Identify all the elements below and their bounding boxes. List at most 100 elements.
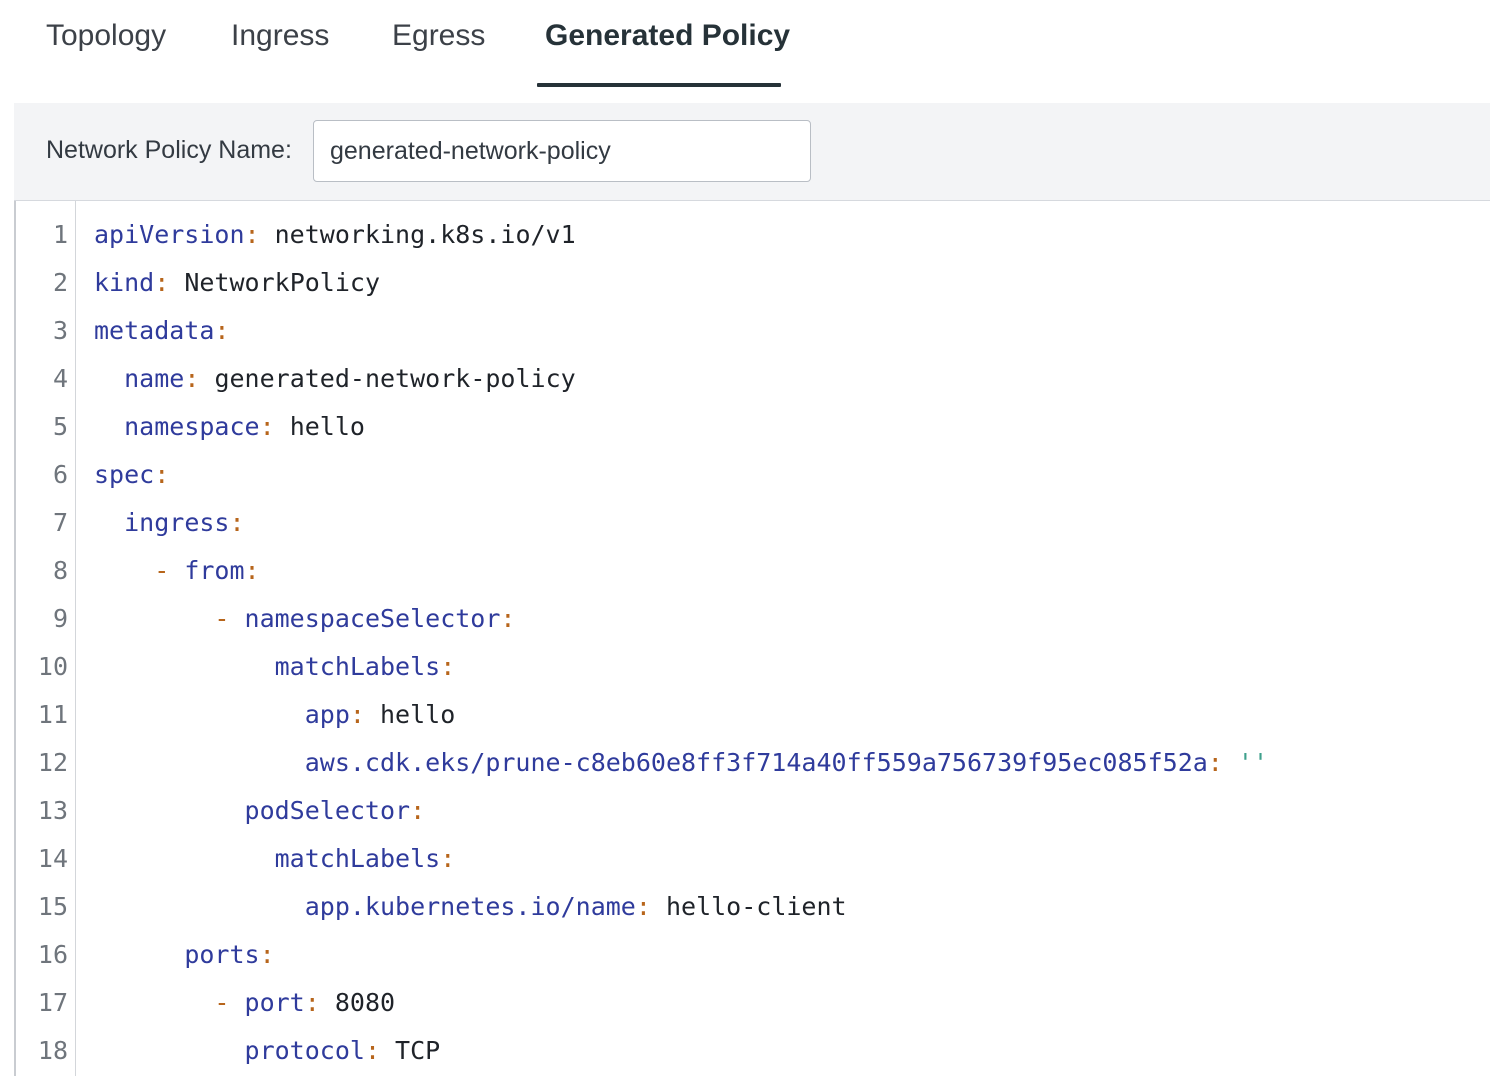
code-text: - namespaceSelector:	[94, 595, 515, 643]
code-line: 9 - namespaceSelector:	[16, 595, 1490, 643]
tab-ingress[interactable]: Ingress	[231, 14, 329, 58]
tab-egress[interactable]: Egress	[392, 14, 485, 58]
code-text: apiVersion: networking.k8s.io/v1	[94, 211, 576, 259]
code-text: protocol: TCP	[94, 1027, 441, 1075]
code-line: 4 name: generated-network-policy	[16, 355, 1490, 403]
line-number: 17	[37, 988, 68, 1017]
yaml-code-editor[interactable]: 1 apiVersion: networking.k8s.io/v1 2 kind: …	[14, 201, 1490, 1076]
yaml-colon: :	[154, 268, 170, 297]
code-text: kind: NetworkPolicy	[94, 259, 380, 307]
tab-bar: Topology Ingress Egress Generated Policy	[0, 0, 1490, 90]
yaml-key: aws.cdk.eks/prune-c8eb60e8ff3f714a40ff55…	[304, 748, 1208, 777]
code-line: 7 ingress:	[16, 499, 1490, 547]
list-dash: -	[214, 988, 245, 1017]
code-text: spec:	[94, 451, 169, 499]
code-line: 1 apiVersion: networking.k8s.io/v1	[16, 211, 1490, 259]
yaml-colon: :	[229, 508, 245, 537]
line-number: 11	[37, 700, 68, 729]
code-text: app: hello	[94, 691, 456, 739]
code-line: 11 app: hello	[16, 691, 1490, 739]
line-number: 3	[52, 316, 68, 345]
code-line: 12 aws.cdk.eks/prune-c8eb60e8ff3f714a40f…	[16, 739, 1490, 787]
active-tab-indicator	[537, 83, 781, 87]
yaml-colon: :	[635, 892, 651, 921]
yaml-colon: :	[154, 460, 170, 489]
line-number: 13	[37, 796, 68, 825]
yaml-key: ports	[184, 940, 260, 969]
code-text: aws.cdk.eks/prune-c8eb60e8ff3f714a40ff55…	[94, 739, 1268, 787]
yaml-value: networking.k8s.io/v1	[259, 220, 576, 249]
line-number: 14	[37, 844, 68, 873]
code-text: ingress:	[94, 499, 245, 547]
code-line: 3 metadata:	[16, 307, 1490, 355]
yaml-key: app.kubernetes.io/name	[304, 892, 636, 921]
yaml-key: spec	[94, 460, 155, 489]
yaml-key: namespace	[124, 412, 260, 441]
yaml-key: kind	[94, 268, 155, 297]
code-line: 15 app.kubernetes.io/name: hello-client	[16, 883, 1490, 931]
code-text: matchLabels:	[94, 835, 456, 883]
policy-name-label: Network Policy Name:	[46, 136, 292, 164]
yaml-value: hello	[364, 700, 456, 729]
tab-generated-policy[interactable]: Generated Policy	[545, 14, 790, 58]
line-number: 2	[52, 268, 68, 297]
yaml-key: ingress	[124, 508, 230, 537]
yaml-colon: :	[500, 604, 516, 633]
yaml-key: port	[244, 988, 305, 1017]
yaml-value: NetworkPolicy	[169, 268, 380, 297]
list-dash: -	[214, 604, 245, 633]
yaml-colon: :	[1207, 748, 1223, 777]
code-text: namespace: hello	[94, 403, 365, 451]
code-text: ports:	[94, 931, 274, 979]
code-text: podSelector:	[94, 787, 426, 835]
code-line: 17 - port: 8080	[16, 979, 1490, 1027]
yaml-key: matchLabels	[274, 844, 441, 873]
yaml-value: generated-network-policy	[199, 364, 576, 393]
yaml-colon: :	[244, 556, 260, 585]
line-number: 10	[37, 652, 68, 681]
code-line: 6 spec:	[16, 451, 1490, 499]
yaml-colon: :	[184, 364, 200, 393]
line-number: 12	[37, 748, 68, 777]
yaml-key: metadata	[94, 316, 215, 345]
line-number: 5	[52, 412, 68, 441]
yaml-key: from	[184, 556, 245, 585]
yaml-value	[1223, 748, 1238, 777]
yaml-colon: :	[214, 316, 230, 345]
policy-name-bar: Network Policy Name:	[14, 103, 1490, 201]
code-line: 10 matchLabels:	[16, 643, 1490, 691]
list-dash: -	[154, 556, 185, 585]
line-number: 8	[52, 556, 68, 585]
code-text: - port: 8080	[94, 979, 395, 1027]
yaml-key: app	[304, 700, 350, 729]
yaml-key: apiVersion	[94, 220, 245, 249]
yaml-colon: :	[259, 412, 275, 441]
line-number: 15	[37, 892, 68, 921]
line-number: 16	[37, 940, 68, 969]
code-text: metadata:	[94, 307, 229, 355]
code-text: - from:	[94, 547, 260, 595]
policy-name-input[interactable]	[313, 120, 811, 182]
code-line: 18 protocol: TCP	[16, 1027, 1490, 1075]
yaml-key: name	[124, 364, 185, 393]
code-text: app.kubernetes.io/name: hello-client	[94, 883, 847, 931]
yaml-key: protocol	[244, 1036, 365, 1065]
code-line: 8 - from:	[16, 547, 1490, 595]
line-number: 7	[52, 508, 68, 537]
code-line: 2 kind: NetworkPolicy	[16, 259, 1490, 307]
yaml-colon: :	[440, 844, 456, 873]
code-line: 14 matchLabels:	[16, 835, 1490, 883]
tab-topology[interactable]: Topology	[46, 14, 166, 58]
yaml-colon: :	[349, 700, 365, 729]
yaml-colon: :	[304, 988, 320, 1017]
yaml-value: hello	[274, 412, 365, 441]
